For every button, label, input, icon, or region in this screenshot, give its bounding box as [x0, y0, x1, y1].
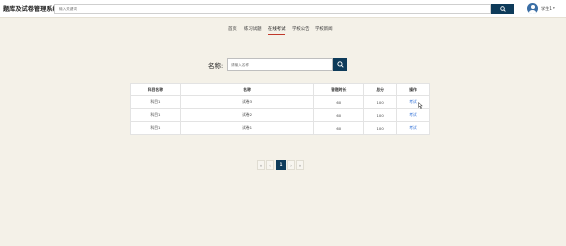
nav-item-home[interactable]: 首页 — [228, 26, 237, 32]
cell-subject: 科目1 — [130, 121, 181, 135]
cell-score: 100 — [363, 95, 398, 109]
user-name[interactable]: 学生1 — [541, 6, 552, 12]
exam-table: 科目名称 名称 答题时长 总分 操作 科目1 试卷3 60 100 考试 科目1… — [130, 83, 430, 135]
nav-item-practice[interactable]: 练习试题 — [244, 26, 262, 32]
column-header-action: 操作 — [396, 83, 430, 96]
nav-item-exam[interactable]: 在线考试 — [268, 26, 286, 32]
top-bar: 题库及试卷管理系统 学生1 ▾ — [0, 0, 566, 18]
search-icon — [336, 61, 344, 68]
search-icon — [499, 6, 506, 12]
cell-subject: 科目1 — [130, 108, 181, 122]
cell-score: 100 — [363, 108, 398, 122]
cell-action: 考试 — [396, 108, 430, 122]
cell-score: 100 — [363, 121, 398, 135]
pagination-next-button[interactable]: › — [287, 160, 295, 170]
nav-item-news[interactable]: 学校新闻 — [315, 26, 333, 32]
take-exam-link[interactable]: 考试 — [409, 112, 417, 117]
caret-down-icon[interactable]: ▾ — [553, 6, 555, 10]
column-header-score: 总分 — [363, 83, 398, 96]
cell-name: 试卷2 — [179, 108, 315, 122]
pagination-current-page[interactable]: 1 — [276, 160, 286, 170]
nav-item-notices[interactable]: 学校公告 — [292, 26, 310, 32]
column-header-name: 名称 — [179, 83, 315, 96]
table-row: 科目1 试卷1 60 100 考试 — [130, 121, 430, 135]
cell-name: 试卷3 — [179, 95, 315, 109]
name-filter-search-button[interactable] — [333, 58, 347, 71]
pagination-first-button[interactable]: « — [257, 160, 265, 170]
cell-action: 考试 — [396, 121, 430, 135]
name-filter-input[interactable] — [227, 58, 333, 71]
cell-subject: 科目1 — [130, 95, 181, 109]
cell-duration: 60 — [313, 108, 365, 122]
pagination-prev-button[interactable]: ‹ — [266, 160, 274, 170]
take-exam-link[interactable]: 考试 — [409, 125, 417, 130]
cell-action: 考试 — [396, 95, 430, 109]
column-header-duration: 答题时长 — [313, 83, 365, 96]
main-nav: 首页 练习试题 在线考试 学校公告 学校新闻 — [0, 18, 566, 40]
header-search-input[interactable] — [54, 4, 491, 14]
user-avatar-icon[interactable] — [527, 3, 538, 14]
header-search-button[interactable] — [491, 4, 514, 14]
site-logo-text: 题库及试卷管理系统 — [3, 6, 59, 13]
nav-active-indicator — [268, 34, 285, 35]
mouse-pointer-icon — [418, 102, 423, 109]
table-header-row: 科目名称 名称 答题时长 总分 操作 — [130, 83, 430, 96]
cell-duration: 60 — [313, 95, 365, 109]
take-exam-link[interactable]: 考试 — [409, 99, 417, 104]
column-header-subject: 科目名称 — [130, 83, 181, 96]
pagination-last-button[interactable]: » — [296, 160, 304, 170]
table-row: 科目1 试卷2 60 100 考试 — [130, 108, 430, 122]
cell-name: 试卷1 — [179, 121, 315, 135]
cell-duration: 60 — [313, 121, 365, 135]
table-row: 科目1 试卷3 60 100 考试 — [130, 95, 430, 109]
name-filter-label: 名称: — [208, 62, 224, 70]
